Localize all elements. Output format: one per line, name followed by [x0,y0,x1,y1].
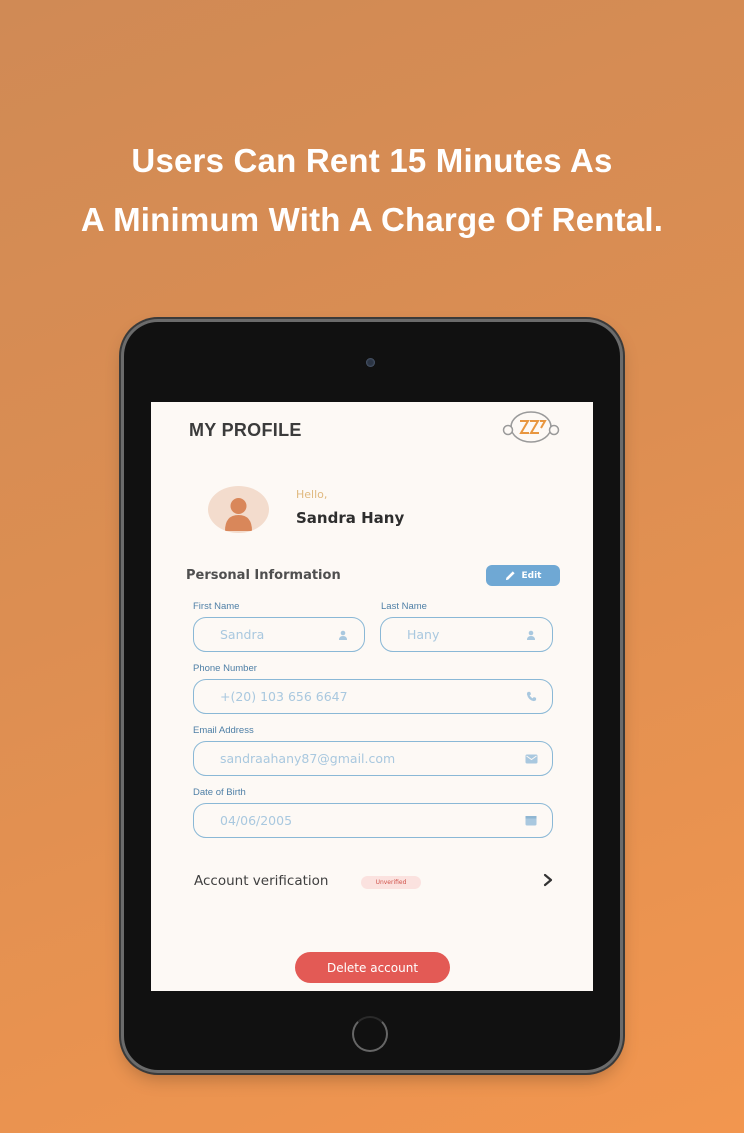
headline-line-2: A Minimum With A Charge Of Rental. [80,201,664,238]
dob-label: Date of Birth [193,787,246,798]
email-value: sandraahany87@gmail.com [220,751,396,766]
first-name-value: Sandra [220,627,265,642]
account-verification-label[interactable]: Account verification [194,873,328,889]
mail-icon [524,752,538,766]
person-icon [225,498,252,531]
dob-value: 04/06/2005 [220,813,293,828]
pencil-icon [505,571,515,581]
dob-field[interactable]: 04/06/2005 [193,803,553,838]
phone-field[interactable]: +(20) 103 656 6647 [193,679,553,714]
email-field[interactable]: sandraahany87@gmail.com [193,741,553,776]
status-badge: Unverified [361,876,421,889]
headline-line-1: Users Can Rent 15 Minutes As [131,142,613,179]
email-label: Email Address [193,725,254,736]
last-name-label: Last Name [381,601,427,612]
phone-value: +(20) 103 656 6647 [220,689,348,704]
chevron-right-icon[interactable] [541,872,555,888]
first-name-field[interactable]: Sandra [193,617,365,652]
profile-screen: MY PROFILE Hello, Sandra Hany Personal I… [151,402,593,991]
avatar [208,486,269,533]
edit-button[interactable]: Edit [486,565,560,586]
user-name: Sandra Hany [296,509,405,527]
camera-icon [366,358,375,367]
phone-icon [524,690,538,704]
greeting-text: Hello, [296,488,328,501]
user-icon [336,628,350,642]
edit-label: Edit [521,570,542,581]
section-title: Personal Information [186,568,341,583]
delete-account-button[interactable]: Delete account [295,952,450,983]
phone-label: Phone Number [193,663,257,674]
tablet-device: MY PROFILE Hello, Sandra Hany Personal I… [124,322,620,1070]
logo-icon [502,411,560,443]
page-title: MY PROFILE [189,420,302,440]
first-name-label: First Name [193,601,240,612]
last-name-value: Hany [407,627,440,642]
user-icon [524,628,538,642]
home-button[interactable] [352,1016,388,1052]
calendar-icon [524,814,538,828]
last-name-field[interactable]: Hany [380,617,553,652]
